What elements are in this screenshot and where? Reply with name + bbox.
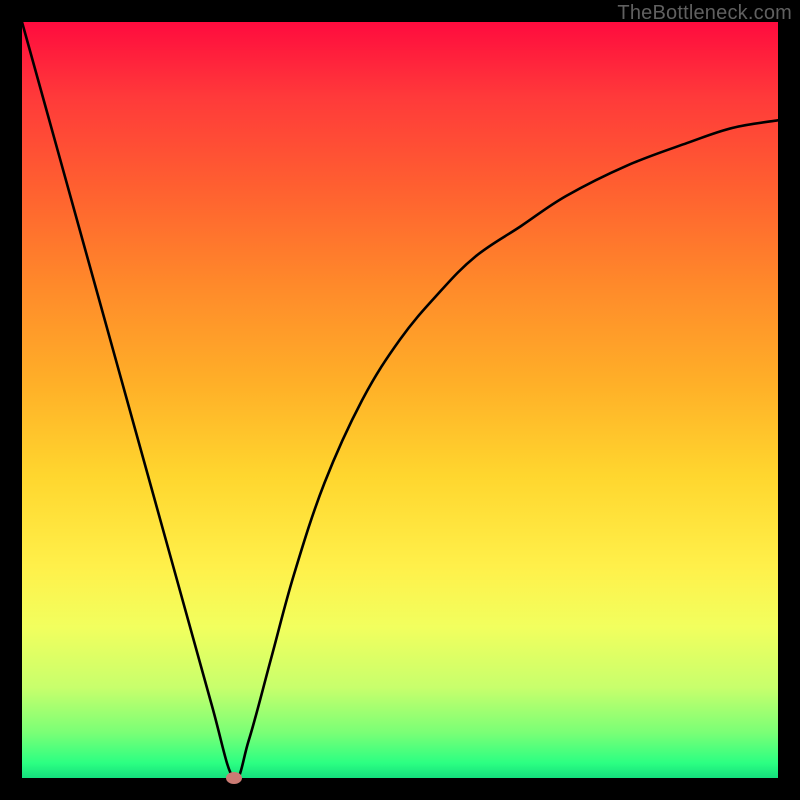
min-point-marker [226, 772, 242, 784]
curve-svg [22, 22, 778, 778]
bottleneck-curve [22, 22, 778, 778]
watermark-text: TheBottleneck.com [617, 2, 792, 25]
chart-frame: TheBottleneck.com [0, 0, 800, 800]
plot-area [22, 22, 778, 778]
